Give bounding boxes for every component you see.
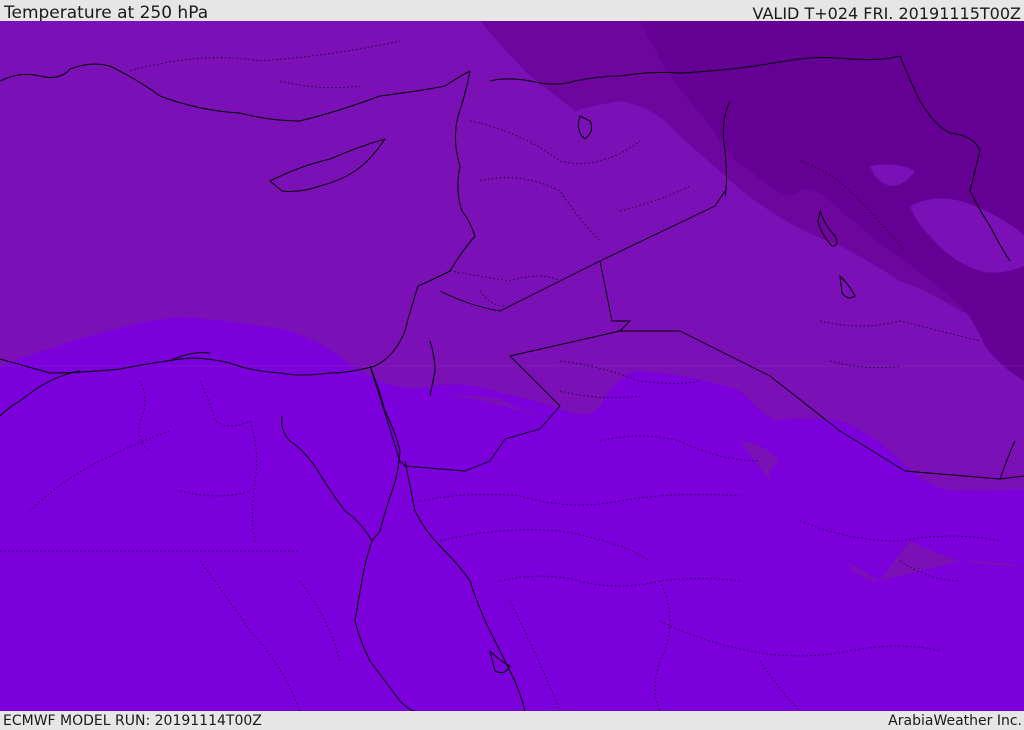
model-run: ECMWF MODEL RUN: 20191114T00Z xyxy=(3,713,262,729)
footer-bar: ECMWF MODEL RUN: 20191114T00Z ArabiaWeat… xyxy=(0,711,1024,729)
map-title: Temperature at 250 hPa xyxy=(4,3,209,23)
credit: ArabiaWeather Inc. xyxy=(888,713,1022,729)
header-bar: Temperature at 250 hPa VALID T+024 FRI. … xyxy=(0,0,1024,23)
temperature-map[interactable] xyxy=(0,21,1024,711)
